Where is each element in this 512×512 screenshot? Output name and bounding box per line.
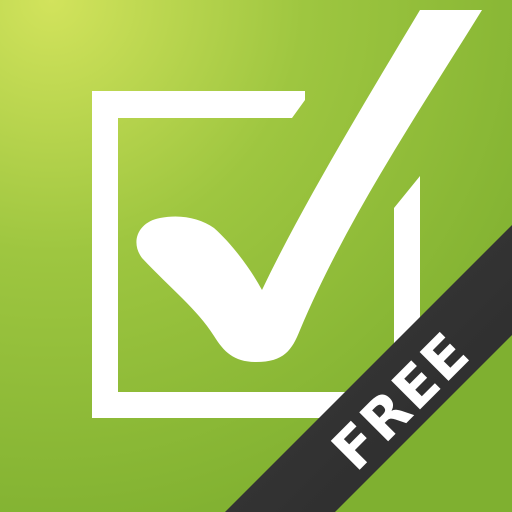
app-icon: FREE [0, 0, 512, 512]
app-icon-artwork: FREE [0, 0, 512, 512]
